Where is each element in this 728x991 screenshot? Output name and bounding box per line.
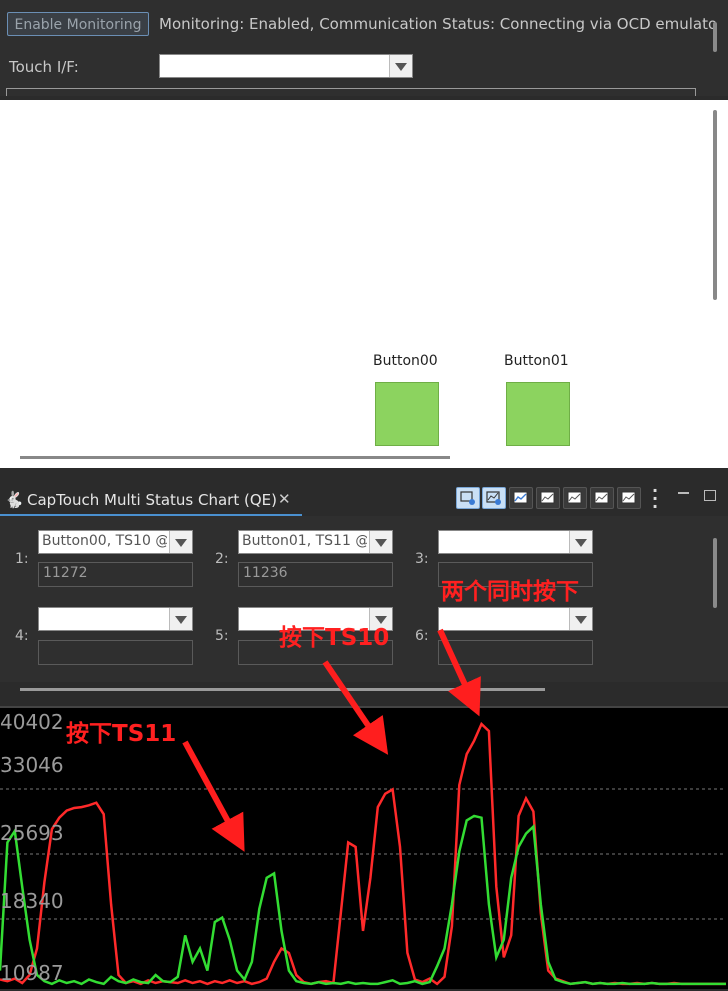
annotation-arrows [182,628,481,852]
annotation-both: 两个同时按下 [441,579,579,605]
annotation-ts11: 按下TS11 [66,721,177,747]
arrow-ts10 [322,660,389,755]
arrow-both [437,628,481,717]
arrow-ts11 [182,740,245,852]
annotation-ts10: 按下TS10 [279,625,390,651]
